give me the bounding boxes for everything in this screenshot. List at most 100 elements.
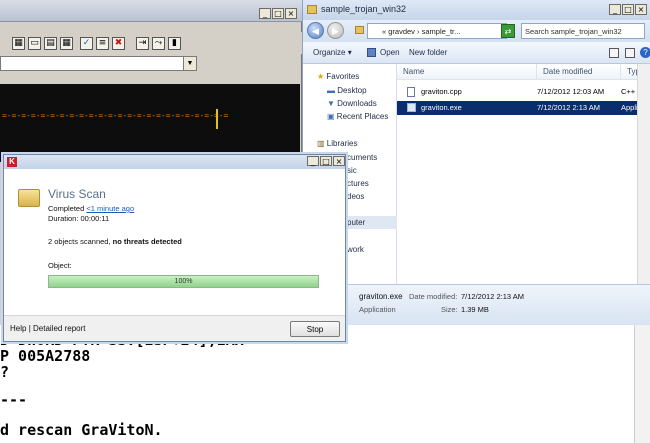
explorer-minimize-button[interactable]: _	[609, 4, 621, 15]
nav-network[interactable]: work	[347, 245, 364, 254]
debugger-combo-box[interactable]: ▼	[0, 56, 197, 71]
stop-button[interactable]: Stop	[290, 321, 340, 337]
debugger-dash-line: =-=-=-=-=-=-=-=-=-=-=-=-=-=-=-=-=-=-=-=-…	[2, 112, 228, 120]
nav-documents[interactable]: cuments	[347, 153, 377, 162]
open-button[interactable]: Open	[380, 48, 400, 57]
nav-favorites[interactable]: ★ Favorites	[317, 72, 359, 81]
scan-summary-result: no threats detected	[112, 237, 182, 246]
debugger-close-button[interactable]: ×	[285, 8, 297, 19]
details-type: Application	[359, 305, 396, 314]
debugger-minimize-button[interactable]: _	[259, 8, 271, 19]
footer-separator: |	[28, 324, 31, 333]
explorer-close-button[interactable]: ×	[635, 4, 647, 15]
help-link[interactable]: Help	[10, 324, 26, 333]
column-header-name[interactable]: Name	[397, 64, 537, 80]
details-file-name: graviton.exe	[359, 292, 403, 301]
table-row[interactable]: graviton.cpp 7/12/2012 12:03 AM C++ Sou	[397, 85, 650, 99]
file-name: graviton.exe	[421, 103, 462, 112]
list-icon[interactable]: ≡	[96, 37, 109, 50]
scan-time-link[interactable]: <1 minute ago	[86, 204, 134, 213]
cursor-marker	[216, 109, 218, 129]
details-date-label: Date modified:	[409, 292, 458, 301]
nav-downloads-label: Downloads	[337, 99, 377, 108]
nav-computer[interactable]: puter	[347, 218, 365, 227]
chevron-down-icon[interactable]: ▼	[183, 57, 196, 70]
nav-pictures[interactable]: ctures	[347, 179, 369, 188]
debugger-toolbar: ▦ ▭ ▤ ▦ ✓ ≡ ✖ ⇥ ⤳ ▮	[0, 32, 302, 54]
folder-search-icon	[18, 189, 40, 207]
column-header-date[interactable]: Date modified	[537, 64, 621, 80]
bookmark-icon[interactable]: ▮	[168, 37, 181, 50]
new-folder-button[interactable]: New folder	[409, 48, 447, 57]
nav-recent-places[interactable]: ▣ Recent Places	[327, 112, 388, 121]
file-date: 7/12/2012 12:03 AM	[537, 87, 605, 96]
step-into-icon[interactable]: ⇥	[136, 37, 149, 50]
delete-icon[interactable]: ✖	[112, 37, 125, 50]
explorer-maximize-button[interactable]: □	[622, 4, 634, 15]
terminal-line: ?	[0, 363, 10, 381]
nav-downloads[interactable]: ▼ Downloads	[327, 99, 377, 108]
scan-titlebar: K _ □ ×	[4, 155, 345, 169]
view-icon[interactable]	[609, 48, 619, 58]
organize-menu[interactable]: Organize ▾	[313, 48, 352, 57]
terminal-line: P 005A2788	[0, 347, 91, 365]
back-arrow-icon[interactable]: ◀	[307, 22, 324, 39]
address-input[interactable]: « gravdev › sample_tr...	[367, 23, 507, 39]
scan-duration: Duration: 00:00:11	[48, 214, 110, 223]
file-list-scrollbar[interactable]	[637, 64, 650, 284]
preview-pane-icon[interactable]	[625, 48, 635, 58]
open-icon	[367, 48, 376, 57]
organize-label: Organize	[313, 48, 346, 57]
nav-recent-label: Recent Places	[336, 112, 389, 121]
explorer-window: sample_trojan_win32 _ □ × ◀ ▶ « gravdev …	[302, 0, 650, 325]
details-size-value: 1.39 MB	[461, 305, 489, 314]
nav-libraries[interactable]: ▥ Libraries	[317, 139, 357, 148]
nav-favorites-label: Favorites	[326, 72, 360, 81]
scan-status: Completed	[48, 204, 85, 213]
help-icon[interactable]: ?	[640, 47, 650, 58]
table-row-selected[interactable]: graviton.exe 7/12/2012 2:13 AM Applicati…	[397, 101, 650, 115]
virus-scan-dialog: K _ □ × Virus Scan Completed <1 minute a…	[3, 154, 346, 342]
nav-videos[interactable]: deos	[347, 192, 364, 201]
folder-icon	[307, 5, 317, 14]
detailed-report-link[interactable]: Detailed report	[33, 324, 85, 333]
check-icon[interactable]: ✓	[80, 37, 93, 50]
details-pane: graviton.exe Date modified: 7/12/2012 2:…	[303, 284, 650, 325]
debugger-maximize-button[interactable]: □	[272, 8, 284, 19]
window-icon[interactable]: ▭	[28, 37, 41, 50]
explorer-address-bar: ◀ ▶ « gravdev › sample_tr... ⇄ Search sa…	[303, 20, 650, 42]
search-input[interactable]: Search sample_trojan_win32	[521, 23, 645, 39]
downloads-icon: ▼	[327, 99, 335, 108]
debugger-output-pane: =-=-=-=-=-=-=-=-=-=-=-=-=-=-=-=-=-=-=-=-…	[0, 84, 300, 162]
scan-minimize-button[interactable]: _	[307, 156, 319, 166]
refresh-icon[interactable]: ⇄	[501, 24, 515, 38]
forward-arrow-icon[interactable]: ▶	[327, 22, 344, 39]
exe-file-icon	[407, 103, 416, 112]
scan-maximize-button[interactable]: □	[320, 156, 332, 166]
panel-icon[interactable]: ▤	[44, 37, 57, 50]
file-name: graviton.cpp	[421, 87, 462, 96]
nav-music[interactable]: sic	[347, 166, 357, 175]
table-icon[interactable]: ▦	[60, 37, 73, 50]
scan-footer: Help | Detailed report Stop	[4, 315, 345, 341]
scan-summary: 2 objects scanned, no threats detected	[48, 237, 182, 246]
scan-close-button[interactable]: ×	[333, 156, 345, 166]
scan-progress-label: 100%	[174, 278, 193, 285]
folder-icon	[355, 26, 364, 34]
file-date: 7/12/2012 2:13 AM	[537, 103, 600, 112]
terminal-scrollbar[interactable]	[634, 325, 650, 443]
details-date-value: 7/12/2012 2:13 AM	[461, 292, 524, 301]
cpp-file-icon	[407, 87, 415, 97]
scan-progress-bar: 100%	[48, 275, 319, 288]
scan-heading: Virus Scan	[48, 187, 106, 201]
scan-object-label: Object:	[48, 261, 72, 270]
star-icon: ★	[317, 72, 325, 81]
explorer-command-bar: Organize ▾ Open New folder ?	[303, 42, 650, 64]
desktop-icon: ▬	[327, 86, 335, 95]
terminal-line: ---	[0, 391, 28, 409]
grid-icon[interactable]: ▦	[12, 37, 25, 50]
nav-desktop[interactable]: ▬ Desktop	[327, 86, 367, 95]
scan-footer-links: Help | Detailed report	[10, 324, 85, 333]
nav-libraries-label: Libraries	[326, 139, 358, 148]
step-over-icon[interactable]: ⤳	[152, 37, 165, 50]
